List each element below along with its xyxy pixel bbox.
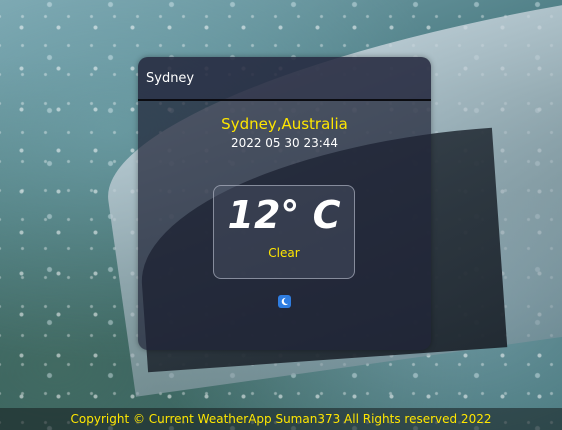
city-search-input[interactable] [146, 70, 406, 86]
moon-icon-glyph [281, 297, 289, 306]
temperature-panel: 12° C Clear [213, 185, 355, 279]
search-bar [138, 57, 431, 101]
temperature-value: 12° C [227, 193, 341, 237]
weather-card: Sydney,Australia 2022 05 30 23:44 12° C … [138, 57, 431, 350]
weather-condition: Clear [268, 246, 300, 260]
local-datetime: 2022 05 30 23:44 [230, 136, 339, 150]
copyright-text: Copyright © Current WeatherApp Suman373 … [70, 412, 492, 426]
location-info: Sydney,Australia 2022 05 30 23:44 [138, 101, 431, 173]
location-name: Sydney,Australia [221, 115, 348, 133]
footer: Copyright © Current WeatherApp Suman373 … [0, 408, 562, 430]
moon-icon [278, 295, 291, 308]
